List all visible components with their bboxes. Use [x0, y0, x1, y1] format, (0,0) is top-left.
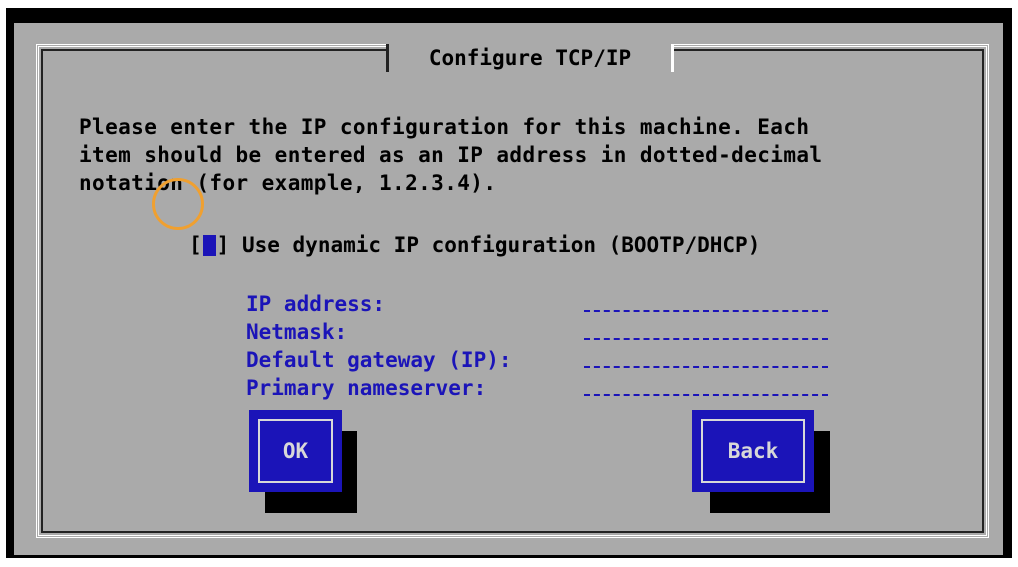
dhcp-checkbox-label: Use dynamic IP configuration (BOOTP/DHCP…	[241, 233, 761, 257]
ip-address-input[interactable]	[584, 290, 828, 312]
description-line-1: Please enter the IP configuration for th…	[79, 115, 810, 139]
ok-button-label: OK	[258, 419, 333, 483]
dialog-title: Configure TCP/IP	[386, 44, 674, 72]
netmask-label: Netmask:	[246, 320, 348, 344]
field-row-ip-address: IP address:	[246, 290, 828, 318]
dhcp-checkbox[interactable]: [ ]	[189, 233, 229, 257]
checkbox-left-bracket: [	[189, 233, 202, 257]
description-line-3: notation (for example, 1.2.3.4).	[79, 171, 497, 195]
ip-fields: IP address: Netmask: Default gateway (IP…	[246, 290, 828, 402]
configure-tcpip-dialog: Configure TCP/IP Please enter the IP con…	[14, 23, 1003, 555]
description-line-2: item should be entered as an IP address …	[79, 143, 823, 167]
checkbox-highlight-ring	[152, 178, 204, 230]
dialog-frame: Configure TCP/IP Please enter the IP con…	[36, 44, 989, 538]
back-button-label: Back	[701, 419, 805, 483]
dhcp-checkbox-row[interactable]: [ ] Use dynamic IP configuration (BOOTP/…	[189, 233, 760, 257]
console-screen: Configure TCP/IP Please enter the IP con…	[6, 8, 1012, 558]
checkbox-right-bracket: ]	[216, 233, 230, 257]
gateway-input[interactable]	[584, 346, 828, 368]
field-row-netmask: Netmask:	[246, 318, 828, 346]
checkbox-checked-mark	[202, 234, 216, 256]
netmask-input[interactable]	[584, 318, 828, 340]
ip-address-label: IP address:	[246, 292, 386, 316]
field-row-nameserver: Primary nameserver:	[246, 374, 828, 402]
back-button[interactable]: Back	[692, 410, 814, 492]
gateway-label: Default gateway (IP):	[246, 348, 512, 372]
field-row-gateway: Default gateway (IP):	[246, 346, 828, 374]
ok-button[interactable]: OK	[249, 410, 342, 492]
nameserver-label: Primary nameserver:	[246, 376, 487, 400]
nameserver-input[interactable]	[584, 374, 828, 396]
